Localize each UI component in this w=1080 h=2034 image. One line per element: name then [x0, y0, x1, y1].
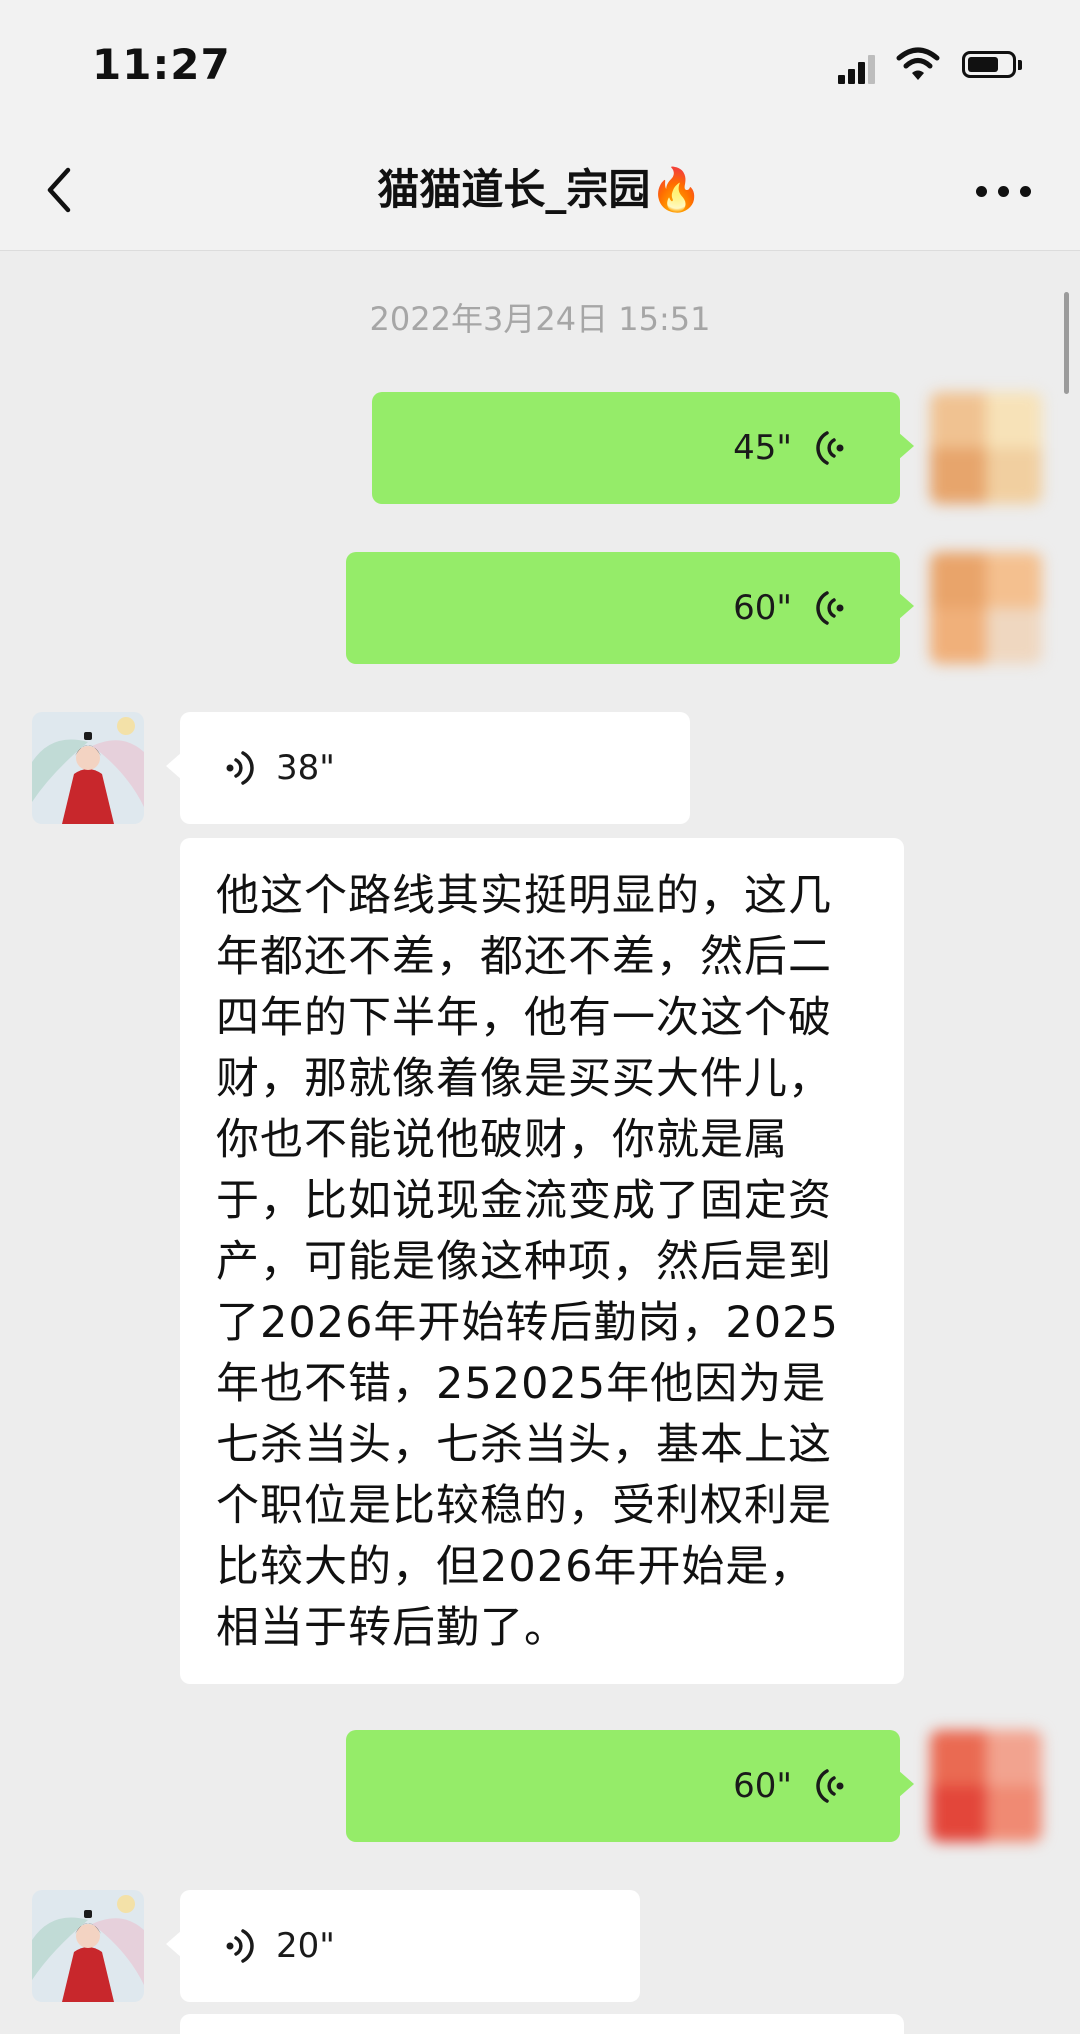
more-dots-icon[interactable]	[976, 186, 1032, 198]
chat-title: 猫猫道长_宗园🔥	[377, 165, 703, 214]
voice-message-bubble[interactable]: 38"	[166, 712, 690, 824]
voice-duration: 45"	[733, 428, 792, 468]
message-line: 于，比如说现金流变成了固定资	[216, 1176, 832, 1226]
contact-avatar[interactable]	[32, 1890, 144, 2002]
chat-timestamp: 2022年3月24日 15:51	[369, 300, 711, 338]
self-avatar[interactable]	[930, 392, 1042, 504]
voice-message-bubble[interactable]: 45"	[372, 392, 914, 504]
chat-header: 猫猫道长_宗园🔥	[0, 130, 1080, 251]
message-line: 产，可能是像这种项，然后是到	[216, 1237, 832, 1287]
message-line: 年也不错，252025年他因为是	[216, 1359, 827, 1409]
battery-icon	[962, 51, 1022, 78]
voice-duration: 38"	[276, 748, 335, 788]
message-line: 年都还不差，都还不差，然后二	[216, 932, 832, 982]
message-line: 四年的下半年，他有一次这个破	[216, 993, 832, 1043]
voice-duration: 60"	[733, 588, 792, 628]
voice-wave-icon	[816, 591, 844, 625]
cellular-signal-icon	[838, 54, 878, 84]
text-message-bubble[interactable]: 他这个路线其实挺明显的，这几 年都还不差，都还不差，然后二 四年的下半年，他有一…	[180, 838, 904, 1684]
voice-wave-icon	[816, 1769, 844, 1803]
status-bar: 11:27	[0, 0, 1080, 130]
message-line: 了2026年开始转后勤岗，2025	[216, 1298, 839, 1348]
voice-wave-icon	[226, 751, 254, 785]
message-line: 你也不能说他破财，你就是属	[216, 1115, 788, 1165]
wifi-icon	[896, 47, 940, 80]
self-avatar[interactable]	[930, 552, 1042, 664]
contact-avatar[interactable]	[32, 712, 144, 824]
message-line: 个职位是比较稳的，受利权利是	[216, 1481, 832, 1531]
text-message-bubble[interactable]	[180, 2014, 904, 2034]
voice-message-bubble[interactable]: 60"	[346, 1730, 914, 1842]
message-line: 他这个路线其实挺明显的，这几	[216, 871, 832, 921]
voice-wave-icon	[226, 1929, 254, 1963]
message-line: 七杀当头，七杀当头，基本上这	[216, 1420, 832, 1470]
status-time: 11:27	[92, 40, 231, 89]
voice-wave-icon	[816, 431, 844, 465]
voice-message-bubble[interactable]: 20"	[166, 1890, 640, 2002]
self-avatar[interactable]	[930, 1730, 1042, 1842]
voice-message-bubble[interactable]: 60"	[346, 552, 914, 664]
voice-duration: 20"	[276, 1926, 335, 1966]
voice-duration: 60"	[733, 1766, 792, 1806]
message-line: 财，那就像着像是买买大件儿，	[216, 1054, 832, 1104]
message-line: 比较大的，但2026年开始是，	[216, 1542, 814, 1592]
message-line: 相当于转后勤了。	[216, 1603, 568, 1653]
